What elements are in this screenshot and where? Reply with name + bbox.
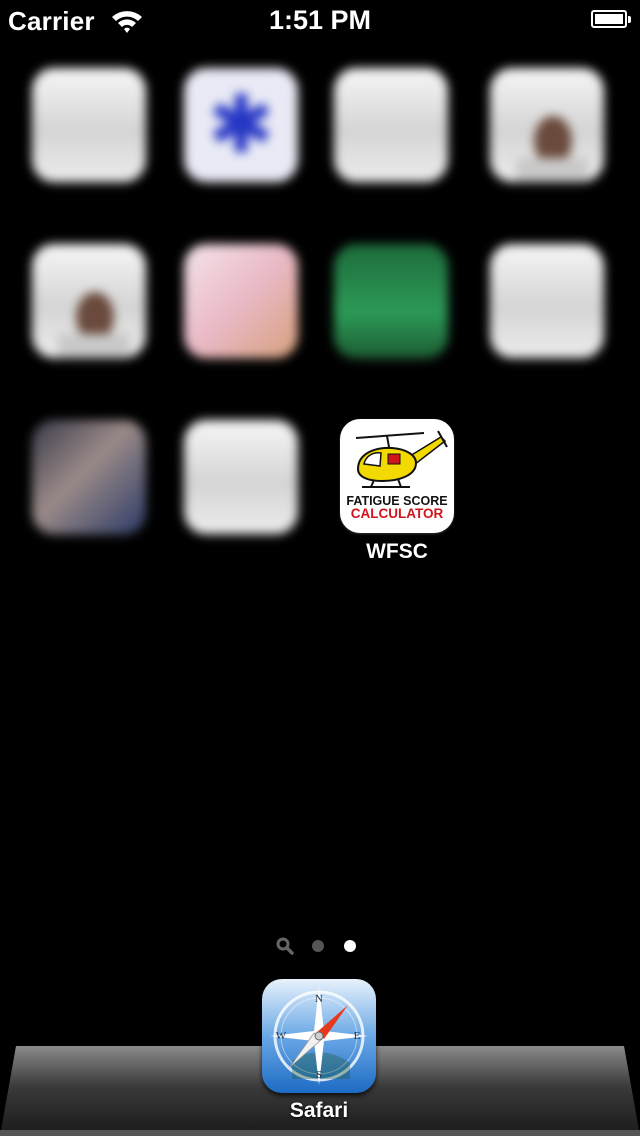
wfsc-app-label: WFSC xyxy=(366,540,428,563)
safari-app-label: Safari xyxy=(289,1099,349,1122)
app-tile xyxy=(32,244,146,358)
app-icon[interactable] xyxy=(462,58,612,218)
status-bar: Carrier 1:51 PM xyxy=(0,0,640,40)
battery-level xyxy=(595,14,623,24)
svg-text:W: W xyxy=(276,1030,287,1042)
app-icon[interactable] xyxy=(156,410,306,570)
page-dot-current[interactable] xyxy=(344,940,356,952)
svg-text:N: N xyxy=(315,993,323,1005)
svg-text:E: E xyxy=(354,1030,361,1042)
app-icon[interactable] xyxy=(4,58,154,218)
page-indicator[interactable] xyxy=(0,936,640,956)
compass-icon: N E S W xyxy=(270,987,368,1085)
app-icon[interactable] xyxy=(306,58,456,218)
wfsc-app-icon[interactable]: FATIGUE SCORE CALCULATOR xyxy=(340,419,454,533)
home-screen: Carrier 1:51 PM ✱ FATIGUE SCORE CALCULAT… xyxy=(0,0,640,1136)
app-tile xyxy=(490,68,604,182)
app-tile xyxy=(334,244,448,358)
app-icon[interactable] xyxy=(462,234,612,394)
app-icon[interactable] xyxy=(156,234,306,394)
app-tile xyxy=(490,244,604,358)
app-tile xyxy=(184,420,298,534)
app-icon[interactable] xyxy=(4,410,154,570)
clock: 1:51 PM xyxy=(268,5,372,35)
helicopter-icon: FATIGUE SCORE CALCULATOR xyxy=(346,430,448,521)
svg-text:S: S xyxy=(316,1069,322,1081)
page-dot[interactable] xyxy=(312,940,324,952)
app-tile xyxy=(334,68,448,182)
wfsc-icon-line2: CALCULATOR xyxy=(351,506,444,521)
app-tile: ✱ xyxy=(184,68,298,182)
safari-app-icon[interactable]: N E S W xyxy=(262,979,376,1093)
app-tile xyxy=(184,244,298,358)
app-tile xyxy=(32,420,146,534)
app-tile xyxy=(32,68,146,182)
star-of-life-icon: ✱ xyxy=(207,80,275,169)
search-icon[interactable] xyxy=(275,936,295,956)
app-icon[interactable] xyxy=(4,234,154,394)
app-icon[interactable]: ✱ xyxy=(156,58,306,218)
dock-edge xyxy=(0,1130,640,1136)
battery-icon xyxy=(591,10,631,28)
app-icon[interactable] xyxy=(306,234,456,394)
